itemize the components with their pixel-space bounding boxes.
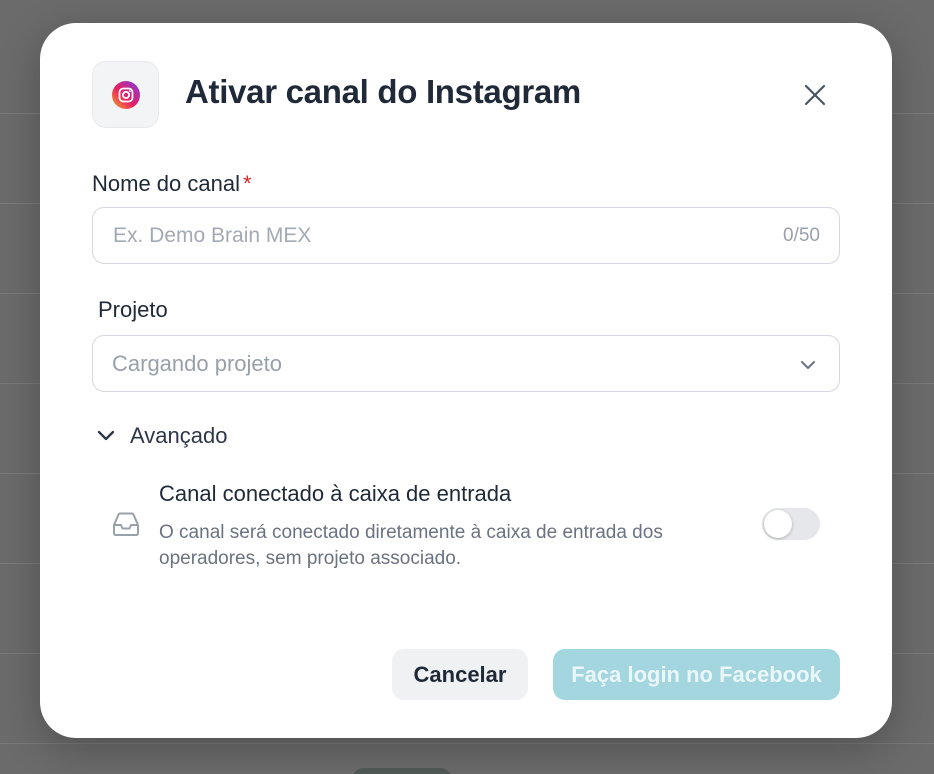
advanced-toggle[interactable]: Avançado xyxy=(96,421,227,451)
project-select-value: Cargando projeto xyxy=(112,351,283,376)
project-select[interactable]: Cargando projeto xyxy=(92,335,840,392)
channel-name-label: Nome do canal * xyxy=(92,171,252,197)
toggle-knob xyxy=(764,510,792,538)
advanced-label: Avançado xyxy=(130,423,228,448)
cancel-button[interactable]: Cancelar xyxy=(392,649,528,700)
background-divider xyxy=(0,743,934,744)
close-button[interactable] xyxy=(798,78,832,112)
modal-title: Ativar canal do Instagram xyxy=(185,73,581,110)
inbox-option-title: Canal conectado à caixa de entrada xyxy=(159,481,512,506)
activate-channel-modal: Ativar canal do Instagram Nome do canal *… xyxy=(40,23,892,738)
chevron-down-icon xyxy=(801,361,815,369)
project-label: Projeto xyxy=(98,297,168,322)
inbox-connection-toggle[interactable] xyxy=(762,508,820,540)
channel-name-label-text: Nome do canal xyxy=(92,171,240,196)
background-element xyxy=(352,768,452,774)
inbox-option-description: O canal será conectado diretamente à cai… xyxy=(159,522,663,569)
character-counter: 0/50 xyxy=(783,225,820,246)
instagram-icon xyxy=(111,80,140,109)
channel-name-input[interactable] xyxy=(113,208,753,263)
close-icon xyxy=(804,84,826,106)
chevron-down-icon xyxy=(97,430,115,441)
facebook-login-button[interactable]: Faça login no Facebook xyxy=(553,649,840,700)
channel-name-field[interactable]: 0/50 xyxy=(92,207,840,264)
required-mark: * xyxy=(242,171,252,196)
inbox-icon xyxy=(113,512,139,536)
instagram-icon-box xyxy=(92,61,159,128)
